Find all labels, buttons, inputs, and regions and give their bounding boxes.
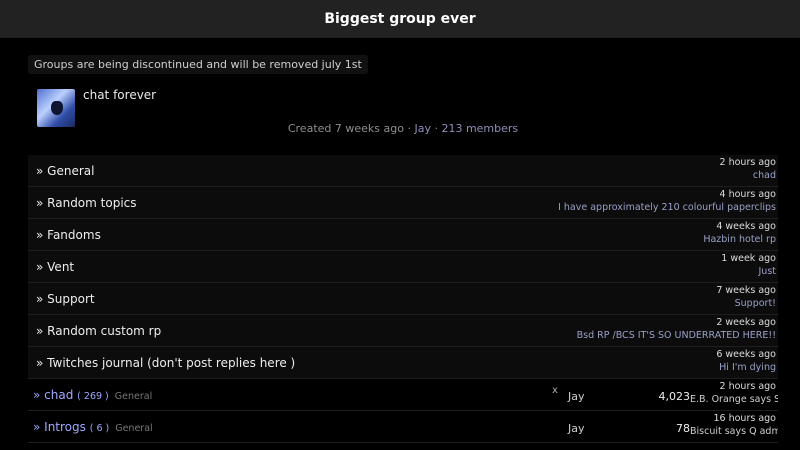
chat-author[interactable]: Jay bbox=[568, 390, 585, 403]
chat-category[interactable]: General bbox=[115, 423, 152, 434]
chat-category[interactable]: General bbox=[115, 391, 152, 402]
forum-last-post[interactable]: Hazbin hotel rp bbox=[703, 234, 776, 245]
discontinued-notice: Groups are being discontinued and will b… bbox=[28, 55, 368, 74]
forum-title[interactable]: » Random topics bbox=[36, 196, 137, 210]
forum-title[interactable]: » Support bbox=[36, 292, 95, 306]
chat-title[interactable]: » chad ( 269 ) General bbox=[33, 388, 152, 402]
chat-post-count: 78 bbox=[676, 422, 690, 435]
separator: · bbox=[430, 122, 442, 135]
members-link[interactable]: 213 members bbox=[441, 122, 518, 135]
group-meta: Created 7 weeks ago · Jay · 213 members bbox=[28, 122, 778, 135]
chat-row[interactable]: » Introgs ( 6 ) General Jay 78 16 hours a… bbox=[28, 411, 778, 443]
owner-link[interactable]: Jay bbox=[414, 122, 431, 135]
forum-title[interactable]: » General bbox=[36, 164, 94, 178]
top-bar: Biggest group ever bbox=[0, 0, 800, 38]
chat-count: ( 6 ) bbox=[89, 423, 110, 434]
forum-time: 6 weeks ago bbox=[716, 349, 776, 360]
forum-last-post[interactable]: Bsd RP /BCS IT'S SO UNDERRATED HERE!! bbox=[577, 330, 776, 341]
forum-row[interactable]: » Vent 1 week ago Just bbox=[28, 251, 778, 283]
forum-row[interactable]: » Random topics 4 hours ago I have appro… bbox=[28, 187, 778, 219]
chat-row[interactable]: » chad ( 269 ) General x Jay 4,023 2 hour… bbox=[28, 379, 778, 411]
chat-prefix: » bbox=[33, 388, 45, 402]
forum-row[interactable]: » Support 7 weeks ago Support! bbox=[28, 283, 778, 315]
main-content: Groups are being discontinued and will b… bbox=[0, 38, 800, 443]
group-header: chat forever Created 7 weeks ago · Jay ·… bbox=[28, 83, 778, 155]
forum-row[interactable]: » General 2 hours ago chad bbox=[28, 155, 778, 187]
chat-post-count: 4,023 bbox=[658, 390, 691, 403]
chat-time: 2 hours ago bbox=[719, 381, 776, 392]
chat-title[interactable]: » Introgs ( 6 ) General bbox=[33, 420, 153, 434]
forum-last-post[interactable]: I have approximately 210 colourful paper… bbox=[558, 202, 776, 213]
forum-list: » General 2 hours ago chad » Random topi… bbox=[28, 155, 778, 379]
forum-time: 4 weeks ago bbox=[716, 221, 776, 232]
forum-title[interactable]: » Vent bbox=[36, 260, 74, 274]
chat-author[interactable]: Jay bbox=[568, 422, 585, 435]
forum-title[interactable]: » Random custom rp bbox=[36, 324, 161, 338]
chat-prefix: » bbox=[33, 420, 45, 434]
chat-time: 16 hours ago bbox=[713, 413, 776, 424]
forum-time: 2 hours ago bbox=[719, 157, 776, 168]
separator: · bbox=[403, 122, 415, 135]
forum-time: 2 weeks ago bbox=[716, 317, 776, 328]
chat-last-post[interactable]: Biscuit says Q admin bbox=[690, 426, 778, 437]
group-name: chat forever bbox=[83, 88, 157, 102]
forum-time: 1 week ago bbox=[721, 253, 776, 264]
forum-last-post[interactable]: Hi I'm dying bbox=[719, 362, 776, 373]
chat-count: ( 269 ) bbox=[77, 391, 109, 402]
chat-name[interactable]: Introgs bbox=[44, 420, 86, 434]
forum-time: 4 hours ago bbox=[719, 189, 776, 200]
forum-row[interactable]: » Random custom rp 2 weeks ago Bsd RP /B… bbox=[28, 315, 778, 347]
page-title: Biggest group ever bbox=[324, 11, 476, 27]
forum-row[interactable]: » Fandoms 4 weeks ago Hazbin hotel rp bbox=[28, 219, 778, 251]
forum-time: 7 weeks ago bbox=[716, 285, 776, 296]
forum-last-post[interactable]: Just bbox=[759, 266, 777, 277]
forum-last-post[interactable]: chad bbox=[753, 170, 776, 181]
chat-name[interactable]: chad bbox=[44, 388, 73, 402]
close-icon[interactable]: x bbox=[552, 385, 558, 396]
forum-title[interactable]: » Fandoms bbox=[36, 228, 101, 242]
forum-last-post[interactable]: Support! bbox=[735, 298, 776, 309]
forum-title[interactable]: » Twitches journal (don't post replies h… bbox=[36, 356, 295, 370]
created-text: Created 7 weeks ago bbox=[287, 122, 404, 135]
forum-row[interactable]: » Twitches journal (don't post replies h… bbox=[28, 347, 778, 379]
chat-list: » chad ( 269 ) General x Jay 4,023 2 hour… bbox=[28, 379, 778, 443]
chat-last-post[interactable]: E.B. Orange says SAY bbox=[690, 394, 778, 405]
